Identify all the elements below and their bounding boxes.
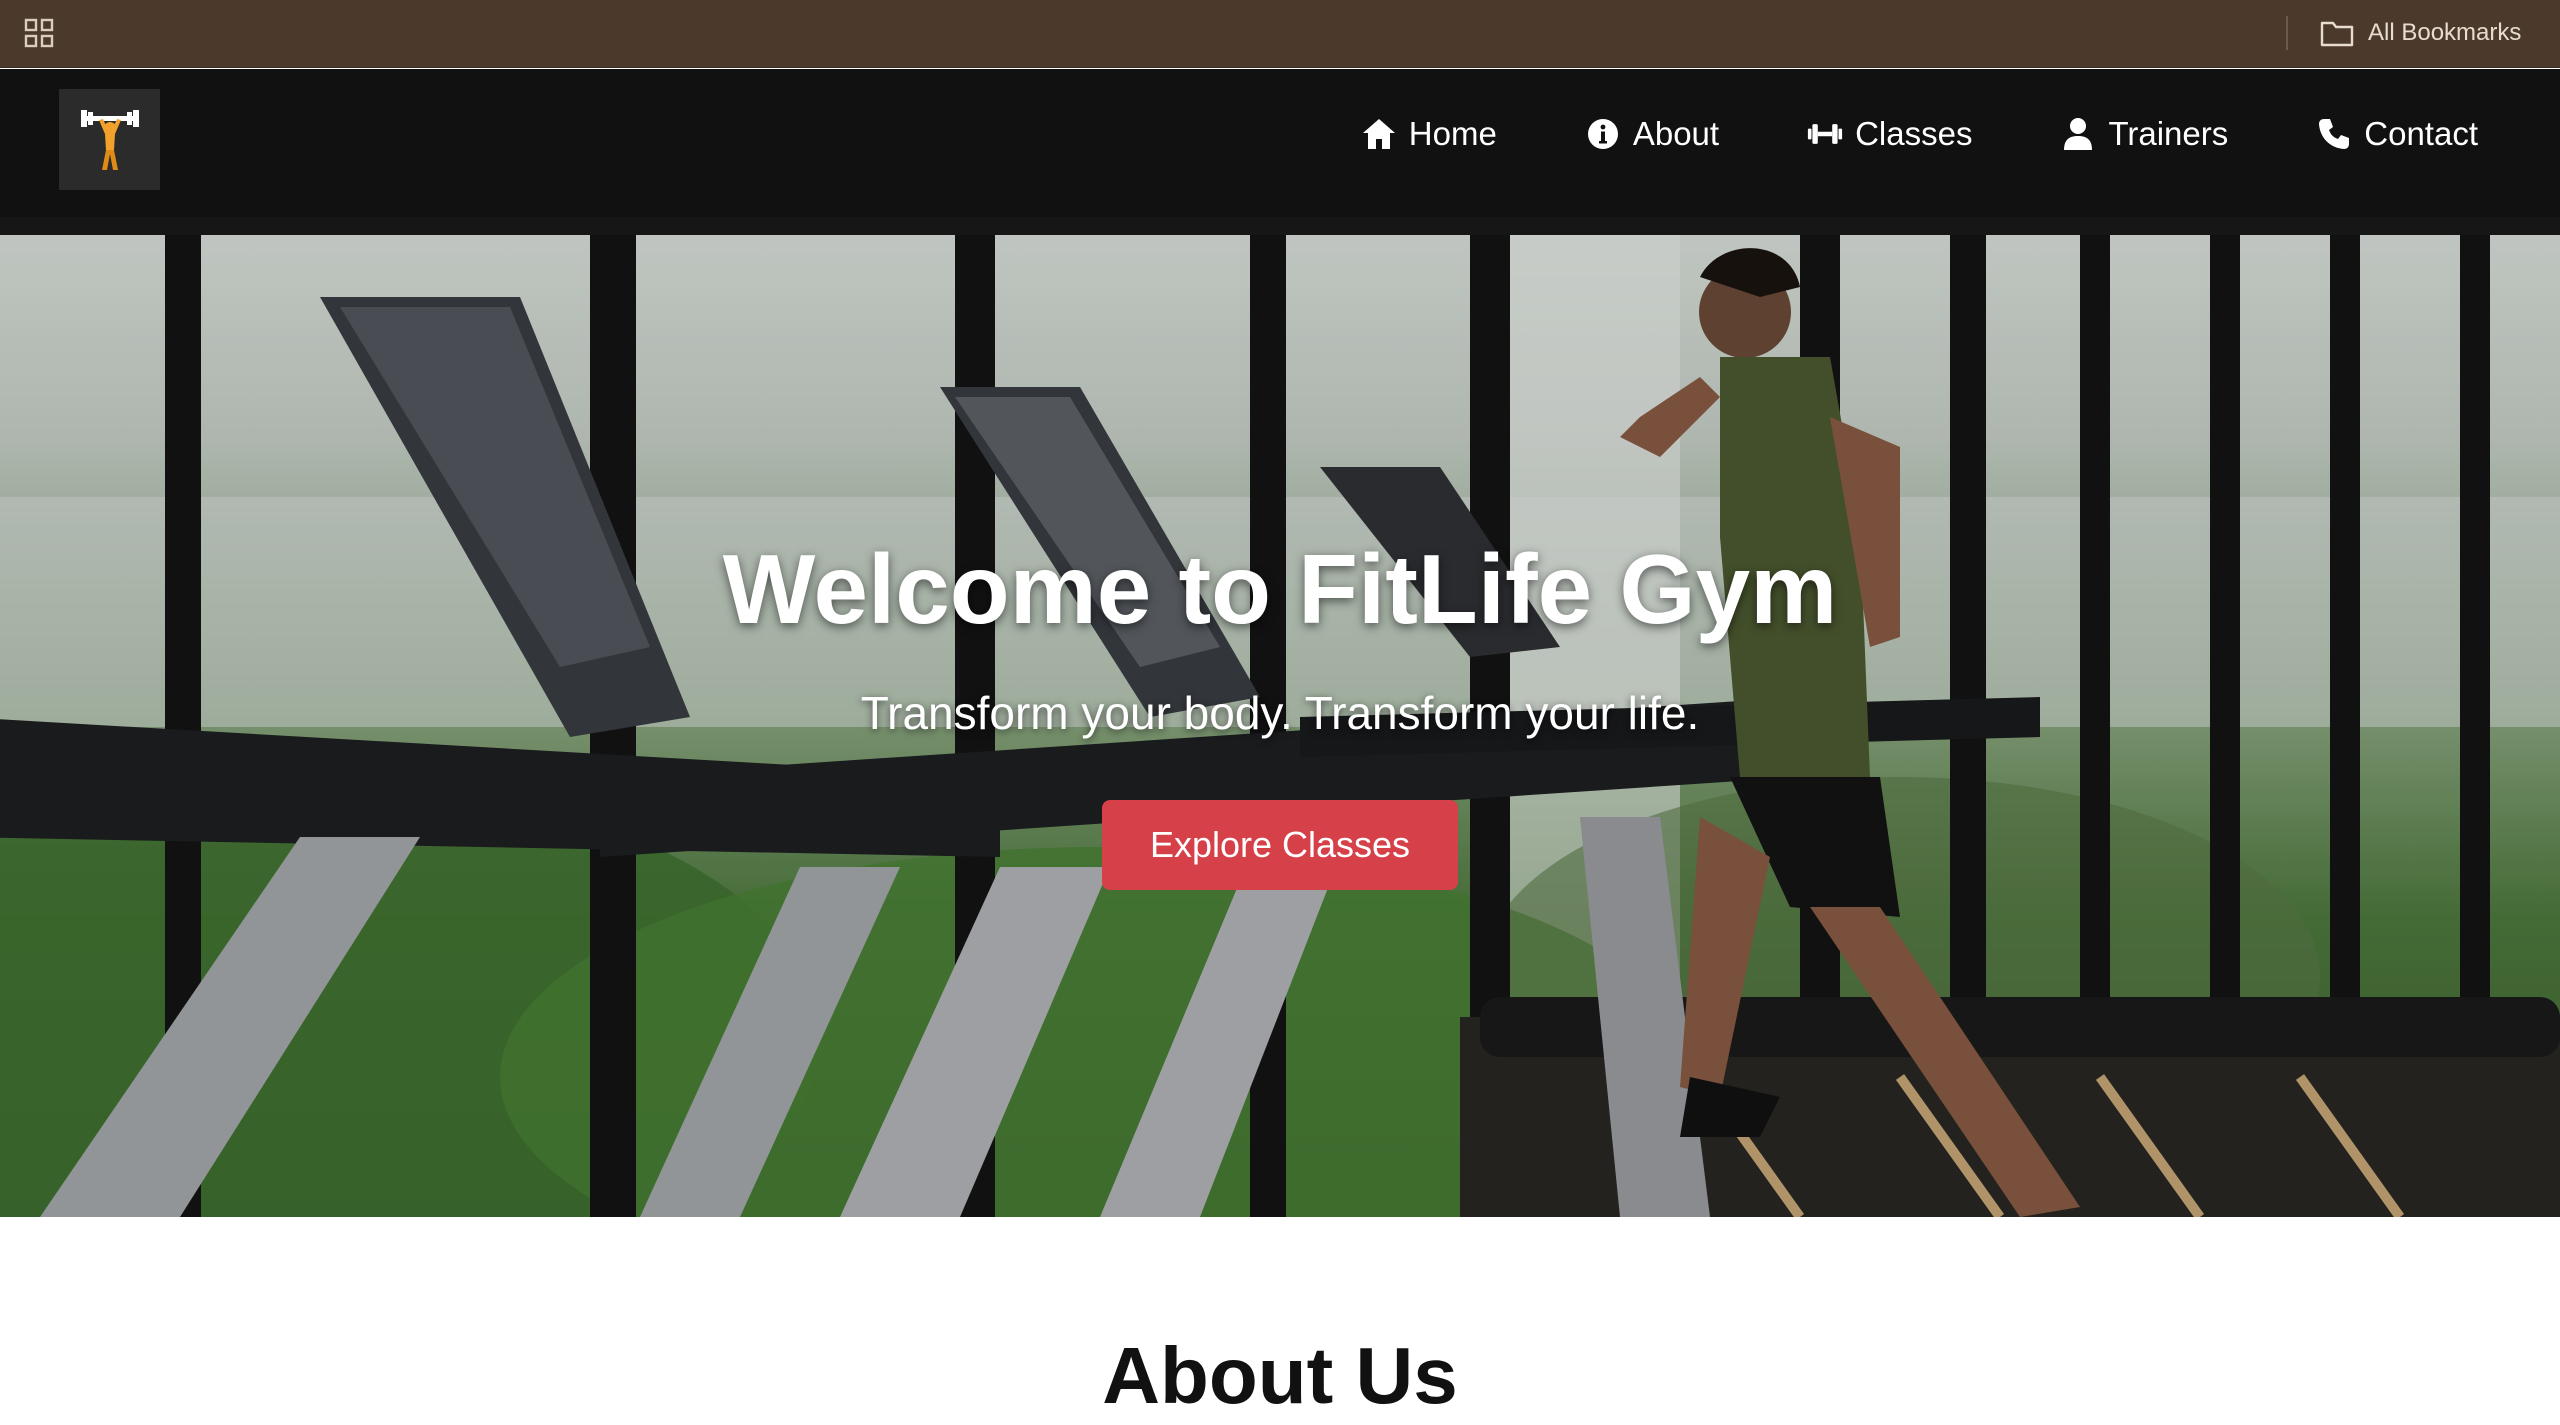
site-logo[interactable]	[59, 89, 160, 190]
nav-item-trainers[interactable]: Trainers	[2060, 115, 2228, 153]
nav-label-trainers: Trainers	[2108, 115, 2229, 152]
bookmarks-divider	[2286, 16, 2288, 50]
main-nav: Home About Classes Trainers Contact	[1361, 115, 2478, 153]
nav-label-home: Home	[1408, 115, 1497, 152]
grid-icon[interactable]	[24, 18, 54, 48]
explore-classes-button[interactable]: Explore Classes	[1102, 800, 1458, 890]
hero-title: Welcome to FitLife Gym	[722, 534, 1838, 644]
all-bookmarks-button[interactable]: All Bookmarks	[2320, 14, 2521, 52]
nav-label-contact: Contact	[2364, 115, 2478, 152]
folder-icon	[2320, 21, 2354, 47]
nav-item-about[interactable]: About	[1585, 115, 1719, 153]
home-icon	[1362, 119, 1395, 149]
hero-content: Welcome to FitLife Gym Transform your bo…	[0, 533, 2560, 890]
site-header: Home About Classes Trainers Contact	[0, 69, 2560, 217]
info-icon	[1587, 119, 1618, 149]
nav-label-about: About	[1632, 115, 1720, 152]
nav-item-contact[interactable]: Contact	[2316, 115, 2478, 153]
nav-item-home[interactable]: Home	[1361, 115, 1497, 153]
nav-item-classes[interactable]: Classes	[1807, 115, 1972, 153]
dumbbell-icon	[1807, 124, 1843, 144]
nav-label-classes: Classes	[1855, 115, 1973, 152]
hero-subtitle: Transform your body. Transform your life…	[860, 687, 1700, 739]
all-bookmarks-label: All Bookmarks	[2368, 19, 2522, 46]
user-icon	[2064, 118, 2093, 150]
bookmarks-bar: All Bookmarks	[0, 0, 2560, 68]
weightlifter-logo	[80, 109, 139, 170]
hero-section: Welcome to FitLife Gym Transform your bo…	[0, 217, 2560, 1217]
phone-icon	[2319, 119, 2350, 149]
about-section-title: About Us	[1102, 1331, 1458, 1420]
